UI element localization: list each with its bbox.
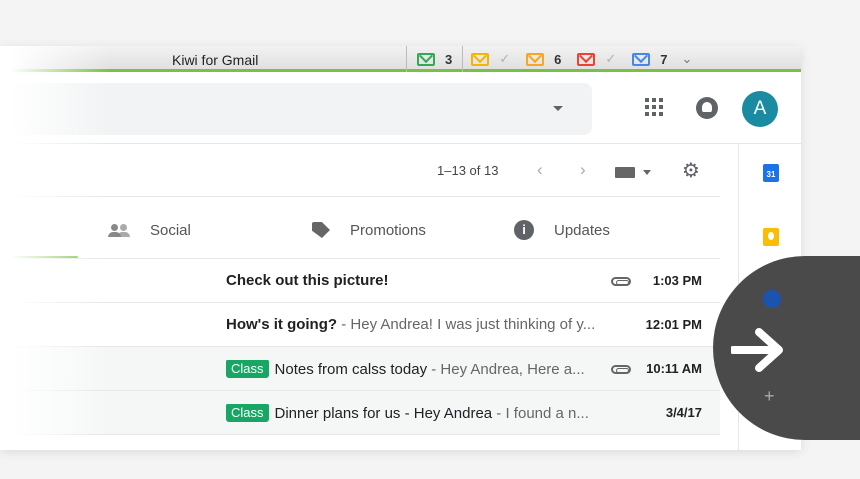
tab-social[interactable]: Social — [108, 220, 191, 240]
app-title: Kiwi for Gmail — [172, 52, 259, 68]
title-bar: Kiwi for Gmail 3 ✓ 6 ✓ 7 ⌄ — [0, 46, 801, 72]
tag-icon — [312, 222, 330, 238]
tab-label: Promotions — [350, 221, 426, 239]
email-row[interactable]: Class Dinner plans for us - Hey Andrea - … — [0, 391, 720, 435]
pagination-text: 1–13 of 13 — [437, 163, 499, 178]
people-icon — [108, 224, 130, 237]
email-label[interactable]: Class — [226, 404, 269, 422]
search-options-icon[interactable] — [553, 106, 563, 111]
email-subject: Dinner plans for us - Hey Andrea — [274, 405, 493, 422]
email-content: Check out this picture! — [226, 272, 606, 289]
account-count: 7 — [660, 51, 668, 67]
keyboard-icon[interactable] — [615, 167, 635, 178]
email-snippet: - Hey Andrea, Here a... — [427, 361, 585, 378]
account-count: ✓ — [605, 51, 617, 66]
account-count: 6 — [554, 51, 562, 67]
search-bar[interactable] — [0, 83, 592, 135]
email-subject: How's it going? — [226, 316, 338, 333]
account-count: ✓ — [499, 51, 511, 66]
account-switcher: 3 ✓ 6 ✓ 7 ⌄ — [406, 46, 692, 72]
divider — [0, 143, 801, 144]
tab-promotions[interactable]: Promotions — [312, 220, 426, 240]
keep-icon[interactable] — [763, 228, 779, 246]
email-time: 10:11 AM — [646, 361, 702, 376]
mail-icon — [632, 52, 651, 66]
email-snippet: - Hey Andrea! I was just thinking of y..… — [337, 316, 596, 333]
info-icon: i — [514, 220, 534, 240]
email-snippet: - I found a n... — [492, 405, 589, 422]
email-time: 12:01 PM — [645, 317, 702, 332]
email-subject: Check out this picture! — [226, 272, 389, 289]
avatar[interactable]: A — [742, 91, 778, 127]
settings-gear-icon[interactable]: ⚙ — [682, 158, 700, 183]
apps-grid-icon[interactable] — [645, 98, 663, 116]
tasks-icon[interactable] — [763, 290, 781, 308]
account-1[interactable]: 3 — [406, 46, 464, 72]
email-content: How's it going? - Hey Andrea! I was just… — [226, 316, 606, 333]
account-4[interactable]: ✓ — [569, 46, 624, 72]
email-time: 1:03 PM — [652, 273, 702, 288]
account-5[interactable]: 7 — [624, 46, 675, 72]
calendar-icon[interactable]: 31 — [763, 164, 779, 182]
arrow-right-icon[interactable] — [731, 328, 787, 372]
next-page-button[interactable]: › — [580, 160, 586, 180]
mail-icon — [577, 52, 596, 66]
tab-updates[interactable]: i Updates — [514, 220, 610, 240]
attachment-icon — [611, 365, 631, 374]
email-subject: Notes from calss today — [274, 361, 428, 378]
email-content: Class Dinner plans for us - Hey Andrea - … — [226, 404, 606, 423]
add-icon[interactable]: + — [764, 386, 775, 407]
mail-icon — [471, 52, 490, 66]
account-3[interactable]: 6 — [518, 46, 569, 72]
email-time: 3/4/17 — [665, 405, 702, 420]
mail-icon — [417, 52, 435, 66]
account-count: 3 — [445, 51, 453, 67]
mail-icon — [526, 52, 545, 66]
chevron-down-icon[interactable] — [643, 170, 651, 175]
email-label[interactable]: Class — [226, 360, 269, 378]
email-row[interactable]: How's it going? - Hey Andrea! I was just… — [0, 303, 720, 347]
email-content: Class Notes from calss today - Hey Andrea… — [226, 360, 606, 379]
email-row[interactable]: Class Notes from calss today - Hey Andrea… — [0, 347, 720, 391]
prev-page-button[interactable]: ‹ — [537, 160, 543, 180]
notifications-icon[interactable] — [696, 97, 718, 119]
attachment-icon — [611, 277, 631, 286]
divider — [0, 196, 720, 197]
app-window: Kiwi for Gmail 3 ✓ 6 ✓ 7 ⌄ A 1–13 of 13 … — [0, 46, 801, 450]
account-2[interactable]: ✓ — [463, 46, 518, 72]
chevron-double-down-icon[interactable]: ⌄ — [682, 51, 693, 67]
tab-label: Updates — [554, 221, 610, 239]
tab-label: Social — [150, 221, 191, 239]
email-row[interactable]: Check out this picture! 1:03 PM — [0, 259, 720, 303]
